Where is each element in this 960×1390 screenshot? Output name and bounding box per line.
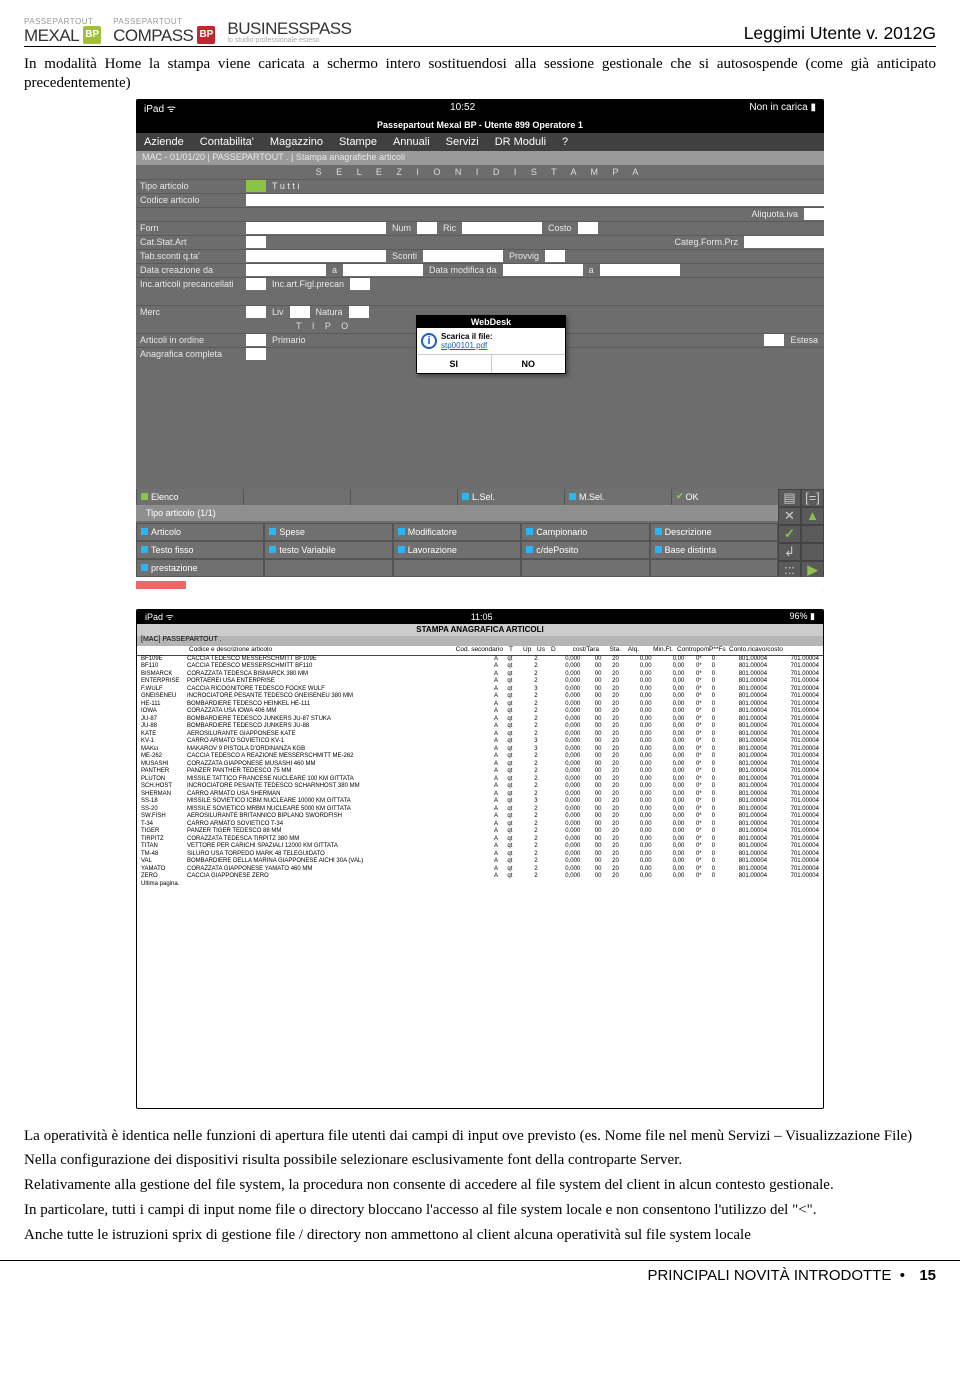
menu-item[interactable]: Contabilita' bbox=[200, 136, 254, 148]
modal-title: WebDesk bbox=[417, 316, 565, 328]
table-row: PANTHERPANZER PANTHER TEDESCO 75 MMAqt20… bbox=[141, 768, 819, 776]
report-column-headers: Codice e descrizione articoloCod. second… bbox=[137, 646, 823, 656]
table-row: ZEROCACCIA GIAPPONESE ZEROAqt20,00000200… bbox=[141, 873, 819, 881]
grid-button[interactable]: Base distinta bbox=[650, 541, 778, 559]
report-title: STAMPA ANAGRAFICA ARTICOLI bbox=[137, 624, 823, 636]
tool-icon[interactable]: ▲ bbox=[801, 507, 824, 525]
report-rows: BF109ECACCIA TEDESCO MESSERSCHMITT BF109… bbox=[137, 656, 823, 889]
footer-button[interactable] bbox=[350, 489, 457, 505]
breadcrumb: MAC - 01/01/20 | PASSEPARTOUT . | Stampa… bbox=[136, 151, 824, 165]
table-row: BF110CACCIA TEDESCO MESSERSCHMITT BF110A… bbox=[141, 663, 819, 671]
menu-bar[interactable]: Aziende Contabilita' Magazzino Stampe Annual… bbox=[136, 133, 824, 151]
table-row: JU-88BOMBARDIERE TEDESCO JUNKERS JU-88Aq… bbox=[141, 723, 819, 731]
table-row: JU-87BOMBARDIERE TEDESCO JUNKERS JU-87 S… bbox=[141, 716, 819, 724]
download-link[interactable]: stp00101.pdf bbox=[441, 341, 487, 350]
table-row: IOWACORAZZATA USA IOWA 406 MMAqt20,00000… bbox=[141, 708, 819, 716]
table-row: VALBOMBARDIERE DELLA MARINA GIAPPONESE A… bbox=[141, 858, 819, 866]
page-header: PASSEPARTOUTMEXALBPPASSEPARTOUTCOMPASSBP… bbox=[24, 18, 936, 47]
grid-button[interactable]: c/dePosito bbox=[521, 541, 649, 559]
footer-button[interactable]: ✔OK bbox=[671, 489, 778, 505]
paragraph-4: In particolare, tutti i campi di input n… bbox=[24, 1201, 936, 1220]
table-row: ENTERPRISEPORTAEREI USA ENTERPRISEAqt20,… bbox=[141, 678, 819, 686]
table-row: BF109ECACCIA TEDESCO MESSERSCHMITT BF109… bbox=[141, 656, 819, 664]
footer-button[interactable]: L.Sel. bbox=[457, 489, 564, 505]
table-row: KATEAEROSILURANTE GIAPPONESE KATEAqt20,0… bbox=[141, 731, 819, 739]
footer-bar: Elenco L.Sel.M.Sel.✔OK bbox=[136, 489, 778, 505]
menu-item[interactable]: Servizi bbox=[446, 136, 479, 148]
grid-button bbox=[393, 559, 521, 577]
footer-button[interactable]: M.Sel. bbox=[564, 489, 671, 505]
tool-icon[interactable] bbox=[801, 543, 824, 561]
grid-button[interactable]: Lavorazione bbox=[393, 541, 521, 559]
grid-button bbox=[650, 559, 778, 577]
tool-icon[interactable]: ✕ bbox=[778, 507, 801, 525]
doc-version: Leggimi Utente v. 2012G bbox=[744, 23, 936, 44]
status-row: Tipo articolo (1/1) bbox=[136, 505, 778, 521]
modal-yes-button[interactable]: SI bbox=[417, 355, 492, 373]
menu-item[interactable]: Stampe bbox=[339, 136, 377, 148]
grid-button[interactable]: Articolo bbox=[136, 523, 264, 541]
screenshot-ipad-form: iPad ᯤ 10:52 Non in carica ▮ Passepartou… bbox=[136, 99, 824, 591]
webdesk-modal: WebDesk i Scarica il file: stp00101.pdf … bbox=[416, 315, 566, 374]
table-row: TM-48SILURO USA TORPEDO MARK 48 TELEGUID… bbox=[141, 851, 819, 859]
table-row: SS-20MISSILE SOVIETICO MRBM NUCLEARE 500… bbox=[141, 806, 819, 814]
menu-item[interactable]: ? bbox=[562, 136, 568, 148]
table-row: PLUTONMISSILE TATTICO FRANCESE NUCLEARE … bbox=[141, 776, 819, 784]
grid-button[interactable]: Modificatore bbox=[393, 523, 521, 541]
menu-item[interactable]: Magazzino bbox=[270, 136, 323, 148]
table-row: SHERMANCARRO ARMATO USA SHERMANAqt20,000… bbox=[141, 791, 819, 799]
footer-button[interactable]: Elenco bbox=[136, 489, 243, 505]
tool-icon[interactable]: ↲ bbox=[778, 543, 801, 561]
grid-button[interactable]: testo Variabile bbox=[264, 541, 392, 559]
tool-icon[interactable]: [=] bbox=[801, 489, 824, 507]
table-row: ME-262CACCIA TEDESCO A REAZIONE MESSERSC… bbox=[141, 753, 819, 761]
table-row: MUSASHICORAZZATA GIAPPONESE MUSASHI 460 … bbox=[141, 761, 819, 769]
section-title: S E L E Z I O N I D I S T A M P A bbox=[136, 165, 824, 179]
table-row: MAKειMAKAROV 9 PISTOLA D'ORDINANZA KGBAq… bbox=[141, 746, 819, 754]
table-row: HE-111BOMBARDIERE TEDESCO HEINKEL HE-111… bbox=[141, 701, 819, 709]
table-row: SW.FISHAEROSILURANTE BRITANNICO BIPLANO … bbox=[141, 813, 819, 821]
paragraph-2: Nella configurazione dei dispositivi ris… bbox=[24, 1151, 936, 1170]
report-subtitle: [MAC] PASSEPARTOUT . bbox=[137, 636, 823, 646]
ipad-status-bar: iPad ᯤ 10:52 Non in carica ▮ bbox=[136, 99, 824, 117]
tool-icon[interactable] bbox=[801, 525, 824, 543]
menu-item[interactable]: DR Moduli bbox=[495, 136, 546, 148]
table-row: KV-1CARRO ARMATO SOVIETICO KV-1Aqt30,000… bbox=[141, 738, 819, 746]
table-row: GNEISENEUINCROCIATORE PESANTE TEDESCO GN… bbox=[141, 693, 819, 701]
table-row: SCH.HOSTINCROCIATORE PESANTE TEDESCO SCH… bbox=[141, 783, 819, 791]
grid-button[interactable]: prestazione bbox=[136, 559, 264, 577]
grid-button[interactable]: Campionario bbox=[521, 523, 649, 541]
tool-icon[interactable]: ✓ bbox=[778, 525, 801, 543]
table-row: T-34CARRO ARMATO SOVIETICO T-34Aqt20,000… bbox=[141, 821, 819, 829]
grid-button[interactable]: Testo fisso bbox=[136, 541, 264, 559]
menu-item[interactable]: Aziende bbox=[144, 136, 184, 148]
table-row: BISMARCKCORAZZATA TEDESCA BISMARCK 380 M… bbox=[141, 671, 819, 679]
ipad-status-bar-2: iPad ᯤ 11:05 96% ▮ bbox=[137, 610, 823, 624]
grid-button[interactable]: Descrizione bbox=[650, 523, 778, 541]
info-icon: i bbox=[421, 333, 437, 349]
grid-button bbox=[264, 559, 392, 577]
paragraph-3: Relativamente alla gestione del file sys… bbox=[24, 1176, 936, 1195]
paragraph-5: Anche tutte le istruzioni sprix di gesti… bbox=[24, 1226, 936, 1245]
page-footer: PRINCIPALI NOVITÀ INTRODOTTE • 15 bbox=[0, 1260, 960, 1296]
footer-button[interactable] bbox=[243, 489, 350, 505]
modal-no-button[interactable]: NO bbox=[492, 355, 566, 373]
table-row: YAMATOCORAZZATA GIAPPONESE YAMATO 460 MM… bbox=[141, 866, 819, 874]
intro-paragraph: In modalità Home la stampa viene caricat… bbox=[24, 55, 936, 93]
table-row: F.WULFCACCIA RICOGNITORE TEDESCO FOCKE W… bbox=[141, 686, 819, 694]
right-tool-column: ▤[=]✕▲✓↲:::▶ bbox=[778, 489, 824, 577]
table-row: TIRPITZCORAZZATA TEDESCA TIRPITZ 380 MMA… bbox=[141, 836, 819, 844]
app-title: Passepartout Mexal BP - Utente 899 Opera… bbox=[136, 117, 824, 133]
paragraph-1: La operatività è identica nelle funzioni… bbox=[24, 1127, 936, 1146]
button-grid: ArticoloSpeseModificatoreCampionarioDesc… bbox=[136, 523, 778, 577]
screenshot-ipad-report: iPad ᯤ 11:05 96% ▮ STAMPA ANAGRAFICA ART… bbox=[136, 609, 824, 1109]
grid-button bbox=[521, 559, 649, 577]
table-row: TIGERPANZER TIGER TEDESCO 88 MMAqt20,000… bbox=[141, 828, 819, 836]
tool-icon[interactable]: ▤ bbox=[778, 489, 801, 507]
table-row: TITANVETTORE PER CARICHI SPAZIALI 12000 … bbox=[141, 843, 819, 851]
grid-button[interactable]: Spese bbox=[264, 523, 392, 541]
table-row: SS-18MISSILE SOVIETICO ICBM NUCLEARE 100… bbox=[141, 798, 819, 806]
menu-item[interactable]: Annuali bbox=[393, 136, 430, 148]
